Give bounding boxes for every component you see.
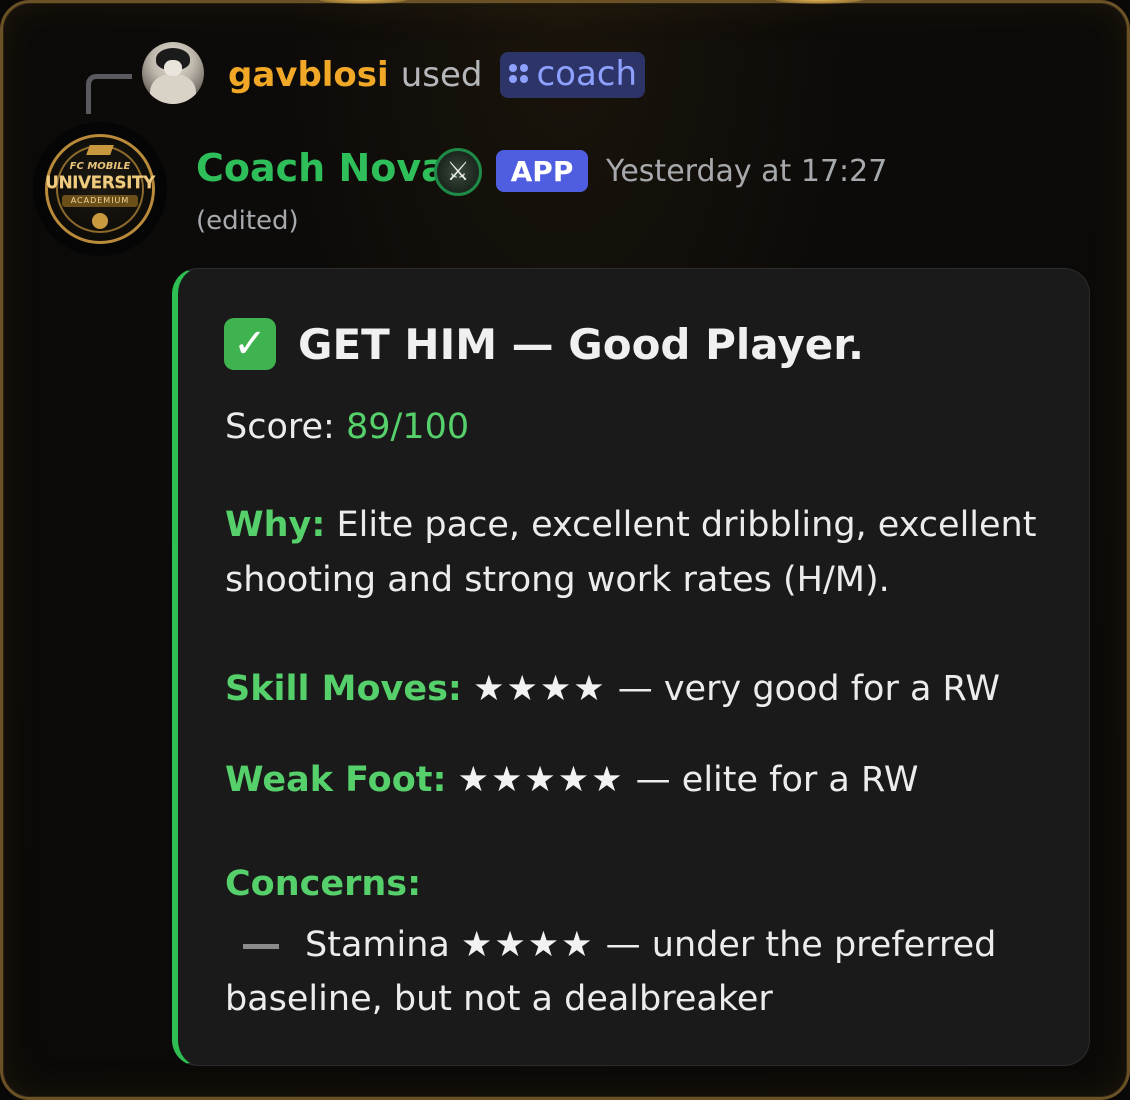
concern-item-name: Stamina bbox=[305, 925, 450, 965]
check-mark-icon: ✓ bbox=[224, 318, 276, 370]
weak-foot-note: — elite for a RW bbox=[635, 760, 919, 800]
concern-stars: ★★★★ bbox=[460, 925, 595, 965]
concerns-label: Concerns: bbox=[225, 864, 422, 904]
embed-title-text: GET HIM — Good Player. bbox=[298, 319, 864, 369]
score-row: Score: 89/100 bbox=[225, 400, 469, 455]
app-tag: APP bbox=[496, 150, 588, 192]
concern-item: Stamina ★★★★ — under the preferred bbox=[225, 918, 996, 973]
skill-moves-label: Skill Moves: bbox=[225, 669, 462, 709]
reply-used-text: used bbox=[400, 55, 483, 95]
embed-title: ✓ GET HIM — Good Player. bbox=[224, 318, 864, 370]
why-row-cont: shooting and strong work rates (H/M). bbox=[225, 553, 890, 608]
reply-line: gavblosi used coach bbox=[228, 50, 646, 100]
concern-note-1: — under the preferred bbox=[605, 925, 997, 965]
why-label: Why: bbox=[225, 505, 326, 545]
slash-command-icon bbox=[508, 63, 530, 85]
concerns-row: Concerns: bbox=[225, 857, 421, 912]
skill-moves-stars: ★★★★ bbox=[473, 669, 607, 709]
why-line-2: shooting and strong work rates (H/M). bbox=[225, 560, 890, 600]
reply-spine bbox=[86, 74, 132, 114]
weak-foot-label: Weak Foot: bbox=[225, 760, 447, 800]
why-line-1: Elite pace, excellent dribbling, excelle… bbox=[336, 505, 1037, 545]
skill-moves-note: — very good for a RW bbox=[617, 669, 1001, 709]
edited-label: (edited) bbox=[196, 206, 299, 236]
score-label: Score: bbox=[225, 407, 335, 447]
weak-foot-row: Weak Foot: ★★★★★ — elite for a RW bbox=[225, 753, 918, 808]
weak-foot-stars: ★★★★★ bbox=[457, 760, 625, 800]
reply-username[interactable]: gavblosi bbox=[228, 55, 389, 95]
crossed-swords-badge-icon[interactable]: ⚔ bbox=[434, 148, 482, 196]
skill-moves-row: Skill Moves: ★★★★ — very good for a RW bbox=[225, 662, 1000, 717]
bullet-dash-icon bbox=[243, 943, 279, 949]
concern-note-2: baseline, but not a dealbreaker bbox=[225, 979, 773, 1019]
reply-user-avatar[interactable] bbox=[142, 42, 204, 104]
university-crest-logo: FC MOBILE UNIVERSITY ACADEMIUM bbox=[45, 134, 155, 244]
score-value: 89/100 bbox=[345, 407, 470, 447]
author-name[interactable]: Coach Nova bbox=[196, 146, 447, 190]
command-name: coach bbox=[536, 54, 638, 94]
bot-avatar[interactable]: FC MOBILE UNIVERSITY ACADEMIUM bbox=[33, 122, 167, 256]
timestamp[interactable]: Yesterday at 17:27 bbox=[606, 154, 887, 189]
concern-item-cont: baseline, but not a dealbreaker bbox=[225, 972, 773, 1027]
why-row: Why: Elite pace, excellent dribbling, ex… bbox=[225, 498, 1036, 553]
command-chip[interactable]: coach bbox=[500, 52, 646, 98]
